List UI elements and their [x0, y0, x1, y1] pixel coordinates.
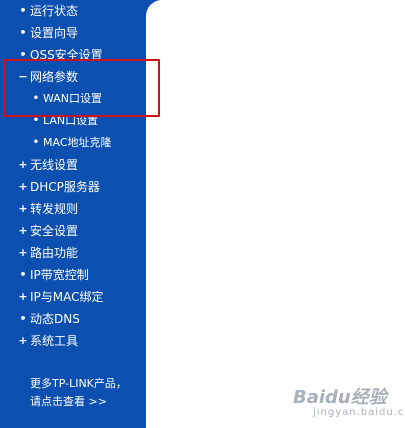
content-area [146, 0, 405, 428]
expand-icon: + [18, 180, 28, 193]
expand-icon: + [18, 246, 28, 259]
sidebar-item-label: 路由功能 [30, 246, 79, 260]
sidebar-item-label: 设置向导 [30, 26, 79, 40]
bullet-icon: • [19, 268, 27, 281]
expand-icon: + [18, 334, 28, 347]
sidebar-item-label: 转发规则 [30, 202, 79, 216]
sidebar-item-label: 运行状态 [30, 4, 79, 18]
bullet-icon: • [19, 26, 27, 39]
highlight-annotation [3, 59, 160, 117]
bullet-icon: • [19, 312, 27, 325]
sidebar-item-label: 动态DNS [30, 312, 80, 326]
sidebar-item-label: DHCP服务器 [30, 180, 100, 194]
sidebar-item-label: 无线设置 [30, 158, 79, 172]
watermark-main-text: Baidu经验 [293, 387, 387, 408]
sidebar-item-label: IP与MAC绑定 [30, 290, 104, 304]
expand-icon: + [18, 290, 28, 303]
baidu-watermark: Baidu经验 jingyan.baidu.com [293, 383, 405, 423]
expand-icon: + [18, 202, 28, 215]
expand-icon: + [18, 224, 28, 237]
content-corner [146, 0, 162, 16]
sidebar-item-label: 系统工具 [30, 334, 79, 348]
watermark-sub-text: jingyan.baidu.com [313, 407, 405, 418]
sidebar-item-label: MAC地址克隆 [43, 136, 112, 149]
promo-view-link[interactable]: 请点击查看 >> [30, 393, 127, 411]
expand-icon: + [18, 158, 28, 171]
sidebar-item-label: IP带宽控制 [30, 268, 89, 282]
bullet-icon: • [19, 4, 27, 17]
promo-block: 更多TP-LINK产品， 请点击查看 >> [30, 375, 127, 411]
sidebar-item-label: 安全设置 [30, 224, 79, 238]
bullet-icon: • [32, 137, 40, 148]
promo-more-products[interactable]: 更多TP-LINK产品， [30, 375, 127, 393]
